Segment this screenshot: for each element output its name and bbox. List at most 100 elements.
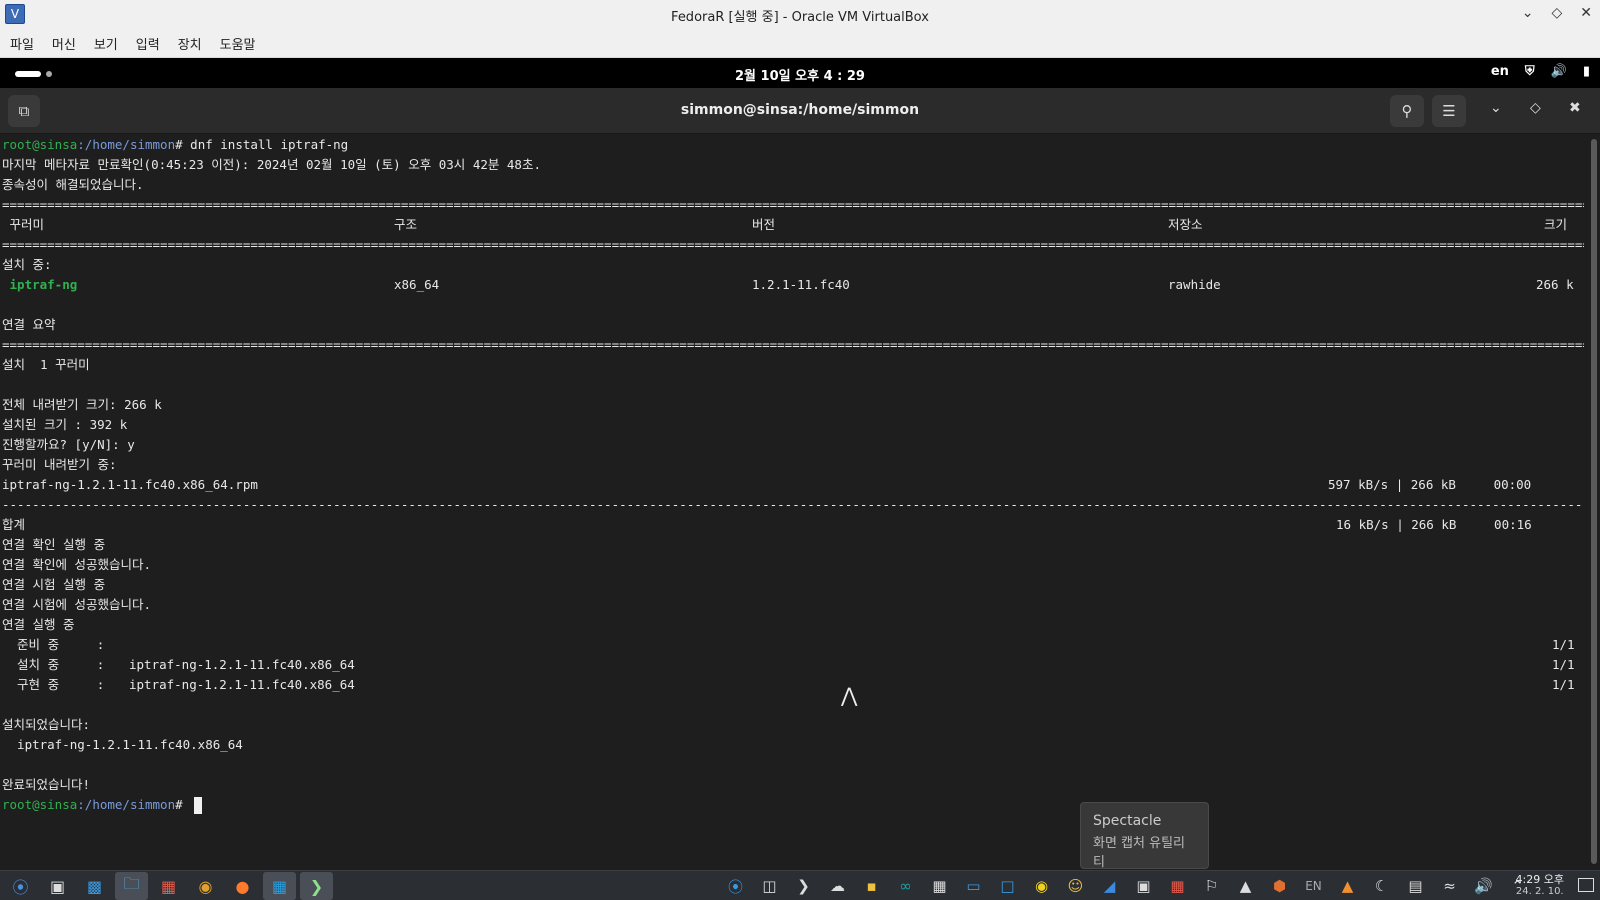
chat-icon[interactable]: ◉: [1026, 872, 1057, 900]
total-download-size: 전체 내려받기 크기: 266 k: [2, 397, 162, 412]
panel-lang[interactable]: en: [1491, 64, 1509, 79]
downloading-label: 꾸러미 내려받기 중:: [2, 457, 117, 472]
maximize-icon[interactable]: ◇: [1530, 100, 1541, 116]
installed-label: 설치되었습니다:: [2, 717, 91, 732]
installing-label: 설치 중:: [2, 257, 52, 272]
app-store-icon[interactable]: ▩: [78, 872, 111, 900]
installed-package: iptraf-ng-1.2.1-11.fc40.x86_64: [2, 737, 243, 752]
system-monitor-icon[interactable]: ▣: [1128, 872, 1159, 900]
firefox-icon[interactable]: ●: [226, 872, 259, 900]
menu-button[interactable]: ☰: [1432, 95, 1466, 127]
task-manager-icon[interactable]: ▣: [41, 872, 74, 900]
cloud-icon[interactable]: ☁: [822, 872, 853, 900]
step-count: 1/1: [1552, 637, 1575, 652]
double-rule: ========================================…: [2, 237, 1584, 252]
transaction-check-ok: 연결 확인에 성공했습니다.: [2, 557, 152, 572]
package-name: iptraf-ng: [2, 277, 78, 292]
taskbar-launchers: ⦿ ▣ ▩ 🗀 ▦ ◉ ● ▦ ❯: [4, 872, 333, 900]
install-count: 설치 1 꾸러미: [2, 357, 90, 372]
package-version: 1.2.1-11.fc40: [752, 277, 850, 292]
total-download-stats: 16 kB/s | 266 kB 00:16: [1336, 517, 1532, 532]
menu-input[interactable]: 입력: [136, 34, 170, 53]
minimize-icon[interactable]: ⌄: [1522, 5, 1534, 21]
search-button[interactable]: ⚲: [1390, 95, 1424, 127]
update-icon[interactable]: ▲: [1230, 872, 1261, 900]
header-repo: 저장소: [1168, 217, 1203, 232]
remote-desktop-icon[interactable]: ▭: [958, 872, 989, 900]
drive-icon[interactable]: ◫: [754, 872, 785, 900]
show-desktop-icon[interactable]: [1578, 878, 1594, 892]
rpm-download-stats: 597 kB/s | 266 kB 00:00: [1328, 477, 1532, 492]
package-size: 266 k: [1536, 277, 1574, 292]
step-package: iptraf-ng-1.2.1-11.fc40.x86_64: [129, 657, 355, 672]
header-package: 꾸러미: [2, 217, 45, 232]
night-color-icon[interactable]: ☾: [1366, 872, 1397, 900]
command-text: dnf install iptraf-ng: [190, 137, 349, 152]
games-tray-icon[interactable]: ▦: [1162, 872, 1193, 900]
taskbar-tooltip: Spectacle 화면 캡처 유틸리티: [1080, 802, 1209, 870]
menu-file[interactable]: 파일: [10, 34, 44, 53]
shark-icon[interactable]: ◢: [1094, 872, 1125, 900]
step-count: 1/1: [1552, 657, 1575, 672]
virtualbox-task-icon[interactable]: ▦: [263, 872, 296, 900]
notifications-icon[interactable]: ⚐: [1196, 872, 1227, 900]
step-count: 1/1: [1552, 677, 1575, 692]
file-manager-icon[interactable]: 🗀: [115, 872, 148, 900]
deps-resolved-line: 종속성이 해결되었습니다.: [2, 177, 144, 192]
clipboard-icon[interactable]: ▤: [1400, 872, 1431, 900]
network-share-icon[interactable]: ▦: [924, 872, 955, 900]
menu-devices[interactable]: 장치: [178, 34, 212, 53]
menu-help[interactable]: 도움말: [220, 34, 266, 53]
maximize-icon[interactable]: ◇: [1551, 5, 1562, 21]
terminal-output[interactable]: root@sinsa:/home/simmon# dnf install ipt…: [0, 135, 1588, 870]
transaction-test-ok: 연결 시험에 성공했습니다.: [2, 597, 152, 612]
panel-system-tray[interactable]: en ⛨ 🔊 ▮: [1491, 64, 1590, 79]
transaction-check: 연결 확인 실행 중: [2, 537, 106, 552]
spectacle-icon[interactable]: ▲: [1332, 872, 1363, 900]
minimize-icon[interactable]: ⌄: [1490, 100, 1502, 116]
shield-icon: ⛨: [1524, 64, 1535, 79]
header-version: 버전: [752, 217, 776, 232]
scrollbar-thumb[interactable]: [1591, 139, 1597, 864]
terminal-scrollbar[interactable]: [1588, 135, 1600, 870]
total-label: 합계: [2, 517, 26, 532]
menu-view[interactable]: 보기: [94, 34, 128, 53]
window-title: FedoraR [실행 중] - Oracle VM VirtualBox: [671, 9, 929, 25]
chrome-icon[interactable]: ◉: [189, 872, 222, 900]
package-repo: rawhide: [1168, 277, 1221, 292]
keyboard-layout[interactable]: EN: [1298, 872, 1329, 900]
terminal-task-icon[interactable]: ❯: [300, 872, 333, 900]
emoji-icon[interactable]: ☺: [1060, 872, 1091, 900]
notes-icon[interactable]: ▪: [856, 872, 887, 900]
done-message: 완료되었습니다!: [2, 777, 91, 792]
document-icon[interactable]: □: [992, 872, 1023, 900]
virtualbox-app-icon[interactable]: V: [5, 4, 25, 24]
hamburger-icon: ☰: [1442, 102, 1456, 120]
console-icon[interactable]: ❯: [788, 872, 819, 900]
fedora-start-icon[interactable]: ⦿: [4, 872, 37, 900]
taskbar-clock[interactable]: 4:29 오후 24. 2. 10.: [1516, 874, 1564, 898]
installed-size: 설치된 크기 : 392 k: [2, 417, 128, 432]
header-arch: 구조: [394, 217, 418, 232]
search-icon: ⚲: [1401, 102, 1413, 120]
dnf-dragora-icon[interactable]: ⦿: [720, 872, 751, 900]
vbox-menubar: 파일 머신 보기 입력 장치 도움말: [0, 30, 1600, 58]
step-label: 설치 중 :: [2, 657, 105, 672]
step-package: iptraf-ng-1.2.1-11.fc40.x86_64: [129, 677, 355, 692]
prompt-line[interactable]: root@sinsa:/home/simmon#: [2, 795, 203, 815]
panel-clock[interactable]: 2월 10일 오후 4 : 29: [0, 65, 1600, 84]
step-label: 구현 중 :: [2, 677, 105, 692]
security-icon[interactable]: ⬢: [1264, 872, 1295, 900]
battery-icon: ▮: [1582, 64, 1590, 79]
taskbar-date: 24. 2. 10.: [1515, 886, 1564, 897]
wifi-icon[interactable]: ≈: [1434, 872, 1465, 900]
command-line: root@sinsa:/home/simmon# dnf install ipt…: [2, 137, 349, 152]
games-icon[interactable]: ▦: [152, 872, 185, 900]
close-icon[interactable]: ✖: [1569, 100, 1581, 116]
menu-machine[interactable]: 머신: [52, 34, 86, 53]
close-icon[interactable]: ✕: [1580, 5, 1592, 21]
summary-label: 연결 요약: [2, 317, 56, 332]
arduino-icon[interactable]: ∞: [890, 872, 921, 900]
host-taskbar: ⦿ ▣ ▩ 🗀 ▦ ◉ ● ▦ ❯ ⦿ ◫ ❯ ☁ ▪ ∞ ▦ ▭ □ ◉ ☺ …: [0, 870, 1600, 900]
volume-icon[interactable]: 🔊: [1468, 872, 1499, 900]
